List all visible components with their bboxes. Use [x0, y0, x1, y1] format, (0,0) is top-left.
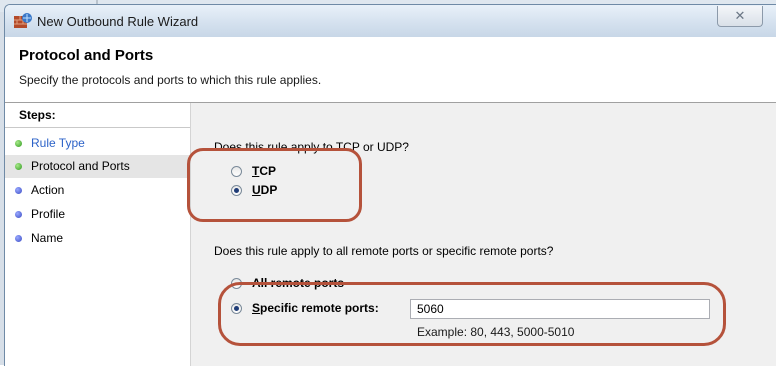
sidebar-item-rule-type[interactable]: Rule Type — [5, 132, 190, 155]
page-description: Specify the protocols and ports to which… — [19, 73, 322, 87]
close-icon: ✕ — [734, 8, 746, 23]
step-pending-icon — [15, 187, 22, 194]
page-title: Protocol and Ports — [19, 47, 154, 64]
ports-question: Does this rule apply to all remote ports… — [214, 244, 554, 258]
window-title: New Outbound Rule Wizard — [37, 14, 199, 29]
sidebar-item-label: Action — [31, 183, 65, 197]
sidebar-item-label: Rule Type — [31, 136, 85, 150]
steps-heading: Steps: — [5, 103, 190, 128]
sidebar-item-label: Name — [31, 231, 64, 245]
sidebar-item-name: Name — [5, 227, 190, 250]
sidebar-item-action: Action — [5, 179, 190, 202]
highlight-circle-ports — [218, 282, 726, 346]
step-complete-icon — [15, 140, 22, 147]
steps-sidebar: Steps: Rule Type Protocol and Ports Acti… — [5, 103, 191, 366]
step-complete-icon — [15, 163, 22, 170]
highlight-circle-protocol — [187, 148, 362, 222]
sidebar-item-protocol-and-ports[interactable]: Protocol and Ports — [5, 155, 190, 178]
close-button[interactable]: ✕ — [717, 6, 763, 27]
sidebar-item-label: Protocol and Ports — [31, 159, 130, 173]
sidebar-item-label: Profile — [31, 207, 66, 221]
step-pending-icon — [15, 211, 22, 218]
title-bar[interactable]: New Outbound Rule Wizard ✕ — [5, 5, 776, 37]
steps-heading-label: Steps: — [19, 108, 56, 122]
page-header: Protocol and Ports Specify the protocols… — [5, 37, 776, 103]
firewall-icon — [14, 13, 32, 28]
step-pending-icon — [15, 235, 22, 242]
sidebar-item-profile: Profile — [5, 203, 190, 226]
